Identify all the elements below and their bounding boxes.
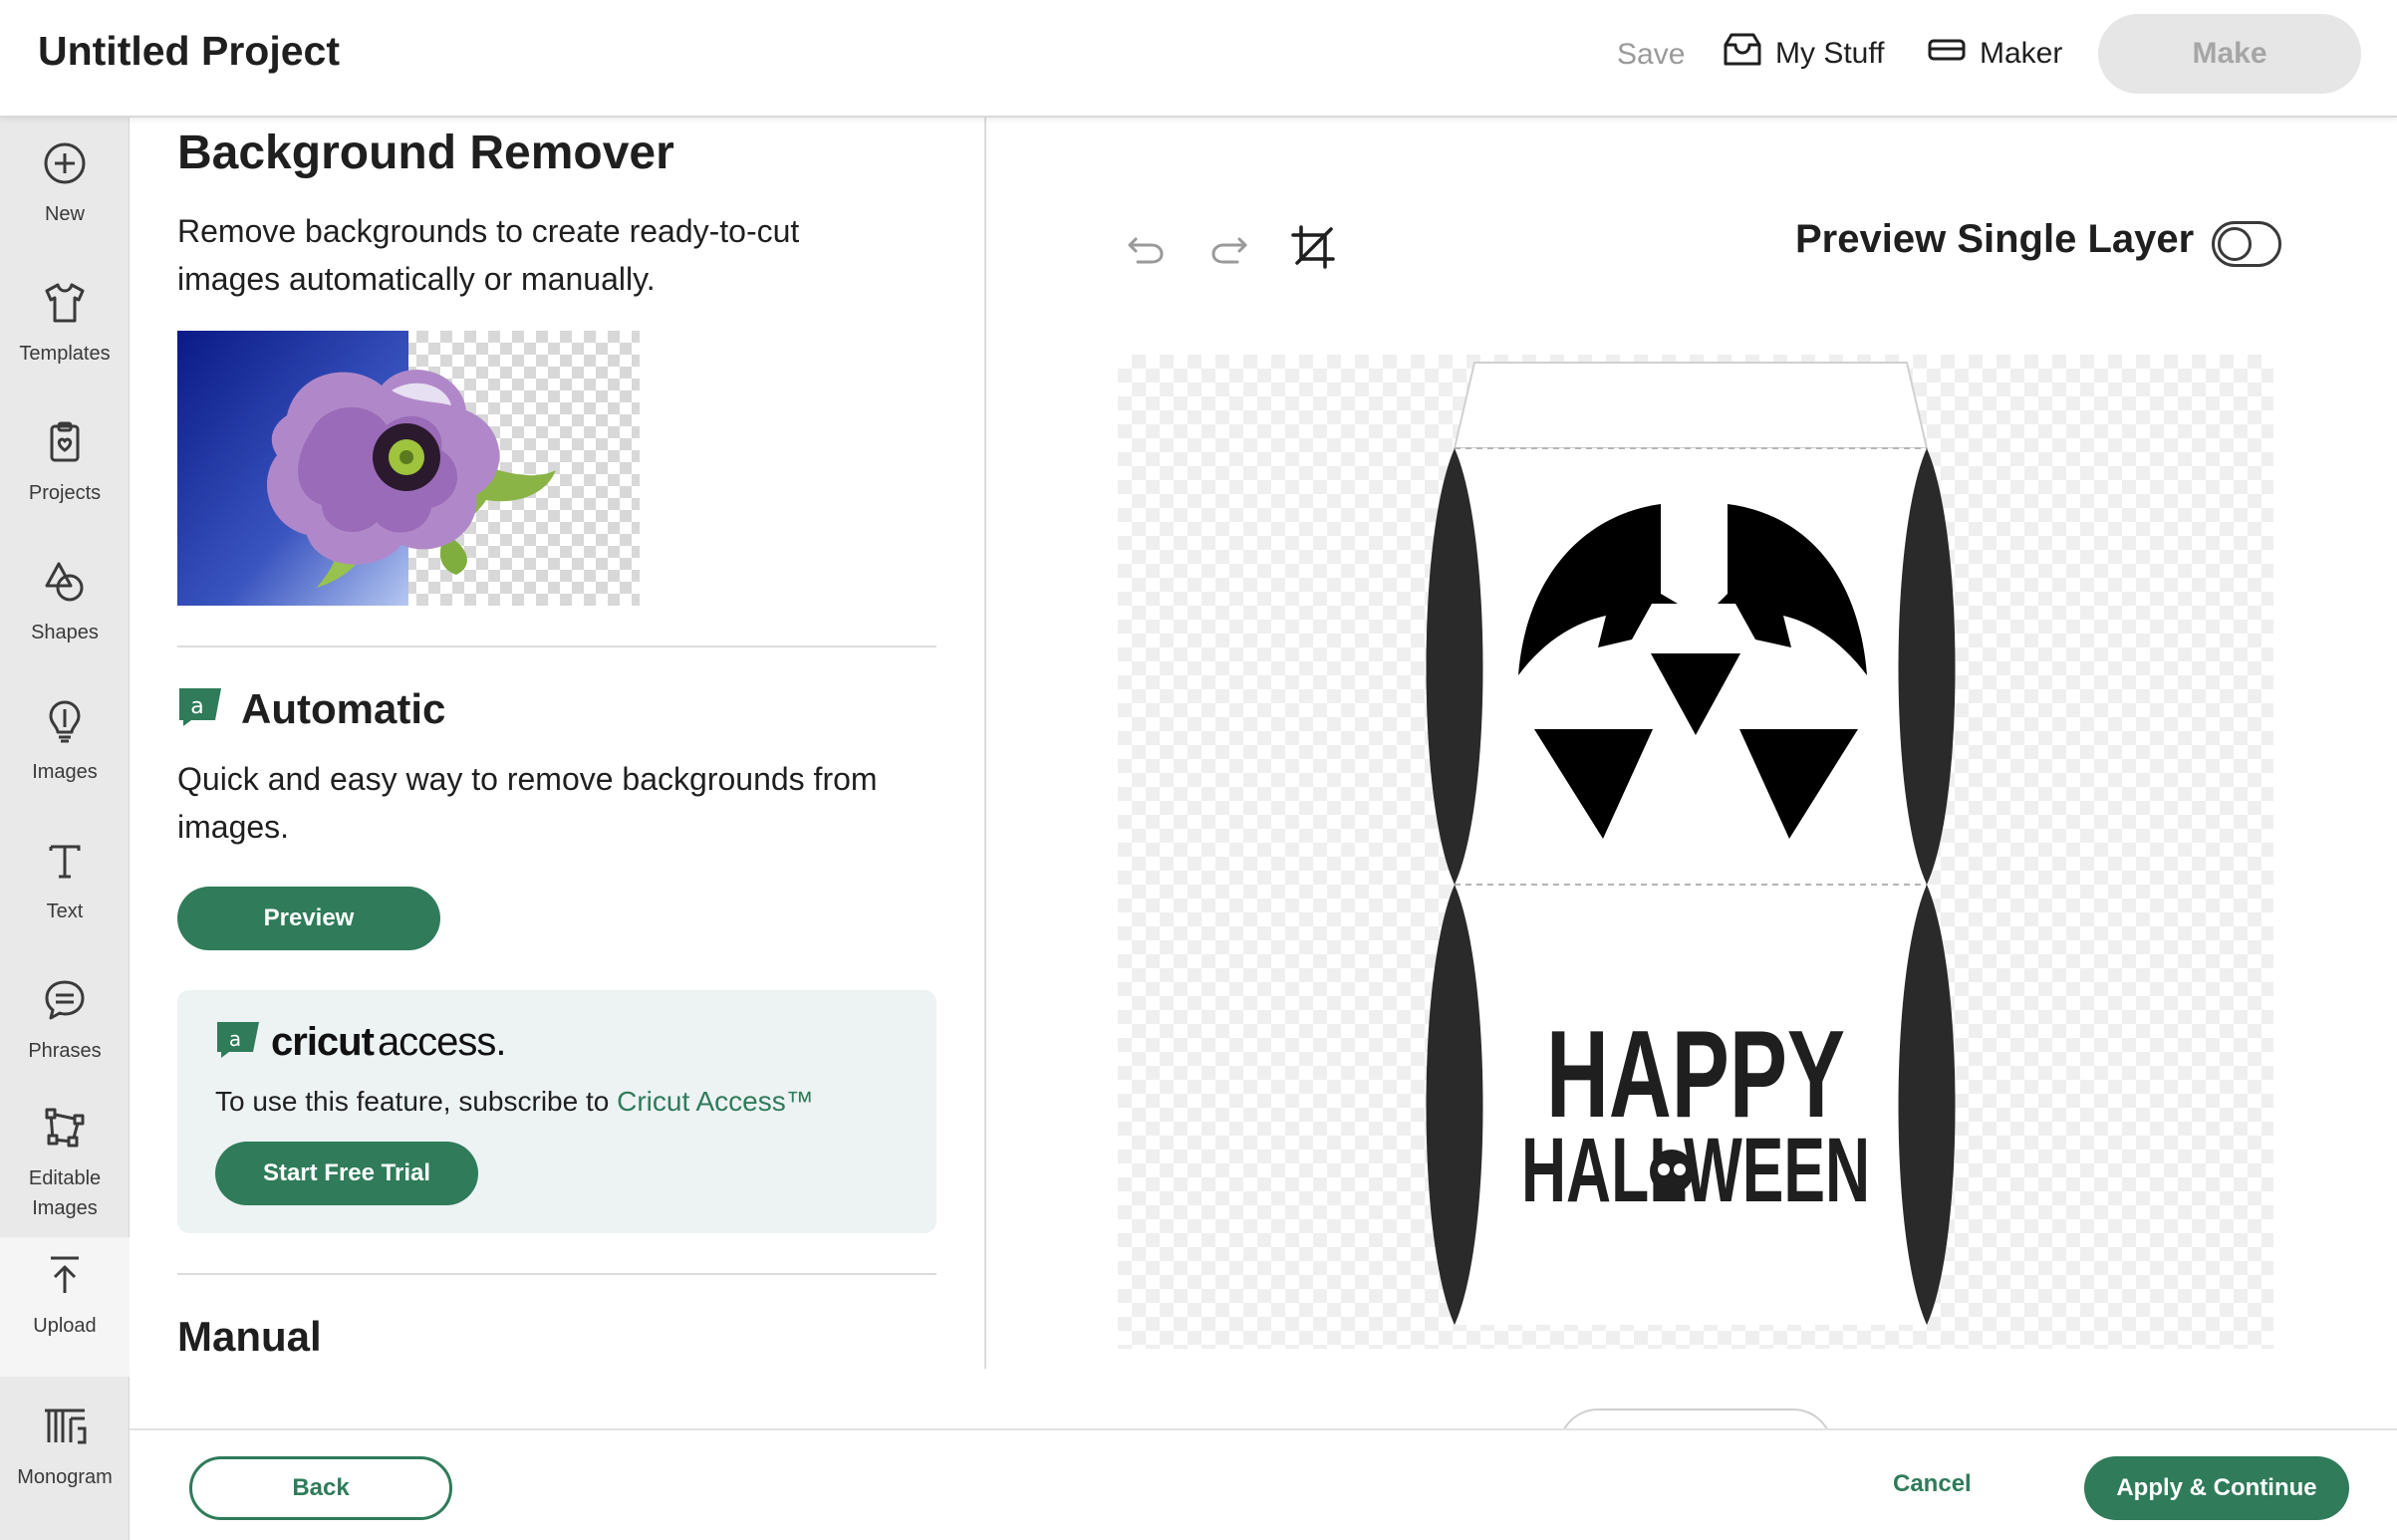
rail-item-label: Images (32, 761, 98, 783)
rail-item-text[interactable]: Text (0, 837, 130, 926)
rail-item-label-line1: Editable (28, 1167, 102, 1189)
text-icon (41, 837, 89, 885)
automatic-section-header: a Automatic (177, 685, 445, 733)
rail-item-templates[interactable]: Templates (0, 279, 130, 369)
panel-description: Remove backgrounds to create ready-to-cu… (177, 213, 800, 297)
rail-item-label-line2: Images (32, 1197, 98, 1219)
rail-item-new[interactable]: New (0, 139, 130, 229)
cancel-button[interactable]: Cancel (1893, 1470, 1972, 1498)
toggle-knob (2218, 227, 2252, 261)
undo-button[interactable] (1118, 221, 1174, 277)
my-stuff-button[interactable]: My Stuff (1724, 32, 1884, 76)
rail-item-label: Templates (19, 343, 111, 365)
access-message: To use this feature, subscribe to Cricut… (215, 1086, 814, 1118)
preview-single-layer-label: Preview Single Layer (1795, 217, 2195, 261)
maker-button[interactable]: Maker (1928, 32, 2062, 76)
rail-item-editable-images[interactable]: Editable Images (0, 1104, 130, 1223)
top-header: Untitled Project Save My Stuff Maker Mak… (0, 0, 2397, 118)
manual-title: Manual (177, 1313, 322, 1360)
rail-item-label: Monogram (17, 1466, 113, 1488)
rail-item-phrases[interactable]: Phrases (0, 976, 130, 1066)
redo-icon (1207, 225, 1251, 274)
artwork-text-halloween: HALLWEEN (1521, 1120, 1870, 1221)
undo-icon (1124, 225, 1168, 274)
panel-title: Background Remover (177, 127, 674, 179)
plus-circle-icon (41, 139, 89, 187)
inbox-tray-icon (1724, 33, 1761, 75)
section-divider (177, 1273, 936, 1275)
brand-word-access: access. (377, 1020, 507, 1064)
clipboard-icon (41, 418, 89, 466)
cricut-machine-icon (1928, 37, 1966, 71)
shapes-icon (41, 558, 89, 606)
rail-item-monogram[interactable]: Monogram (0, 1403, 130, 1492)
brand-word-cricut: cricut (271, 1020, 375, 1064)
speech-bubble-icon (41, 976, 89, 1024)
redo-button[interactable] (1201, 221, 1257, 277)
tshirt-icon (41, 279, 89, 327)
maker-label: Maker (1980, 37, 2063, 70)
section-divider (177, 645, 936, 647)
bottom-action-bar: Back Cancel Apply & Continue (130, 1428, 2397, 1540)
preview-button[interactable]: Preview (177, 887, 440, 950)
rail-item-label: Editable Images (29, 1163, 101, 1223)
left-tool-rail: New Templates Projects Shapes Images Tex… (0, 118, 130, 1540)
sample-flower-image (177, 331, 640, 606)
my-stuff-label: My Stuff (1775, 37, 1885, 70)
svg-text:a: a (190, 694, 203, 719)
rail-item-label: Shapes (31, 622, 99, 643)
node-edit-icon (41, 1104, 89, 1152)
access-message-text: To use this feature, subscribe to (215, 1086, 618, 1117)
crop-button[interactable] (1285, 221, 1341, 277)
rail-item-images[interactable]: Images (0, 697, 130, 787)
cricut-access-logo: a cricut access. (215, 1020, 507, 1065)
preview-single-layer-toggle[interactable] (2212, 221, 2281, 267)
rail-item-label: New (44, 203, 85, 225)
save-button[interactable]: Save (1617, 38, 1685, 72)
rail-item-label: Text (46, 900, 84, 922)
cricut-access-badge-icon: a (177, 686, 223, 733)
rail-item-projects[interactable]: Projects (0, 418, 130, 508)
rail-item-label: Upload (33, 1315, 97, 1337)
cricut-access-badge-icon: a (215, 1020, 261, 1065)
canvas-area: Preview Single Layer HAPPY HALLWEEN (988, 118, 2397, 1448)
project-title[interactable]: Untitled Project (38, 28, 340, 75)
monogram-icon (41, 1403, 89, 1450)
back-button[interactable]: Back (189, 1456, 452, 1520)
apply-continue-button[interactable]: Apply & Continue (2084, 1456, 2349, 1520)
image-preview-canvas[interactable]: HAPPY HALLWEEN (1118, 355, 2273, 1349)
automatic-title: Automatic (241, 685, 446, 732)
make-button[interactable]: Make (2098, 14, 2361, 94)
rail-item-upload[interactable]: Upload (0, 1237, 130, 1377)
svg-text:a: a (229, 1027, 241, 1051)
crop-icon (1291, 224, 1335, 274)
automatic-description: Quick and easy way to remove backgrounds… (177, 761, 878, 845)
lightbulb-icon (41, 697, 89, 745)
rail-item-label: Projects (28, 482, 102, 504)
background-remover-panel: Background Remover Remove backgrounds to… (130, 118, 986, 1369)
cricut-access-link[interactable]: Cricut Access™ (617, 1086, 814, 1117)
cricut-access-promo: a cricut access. To use this feature, su… (177, 990, 936, 1233)
rail-item-label: Phrases (28, 1040, 102, 1062)
start-free-trial-button[interactable]: Start Free Trial (215, 1142, 478, 1205)
upload-icon (41, 1251, 89, 1299)
rail-item-shapes[interactable]: Shapes (0, 558, 130, 647)
